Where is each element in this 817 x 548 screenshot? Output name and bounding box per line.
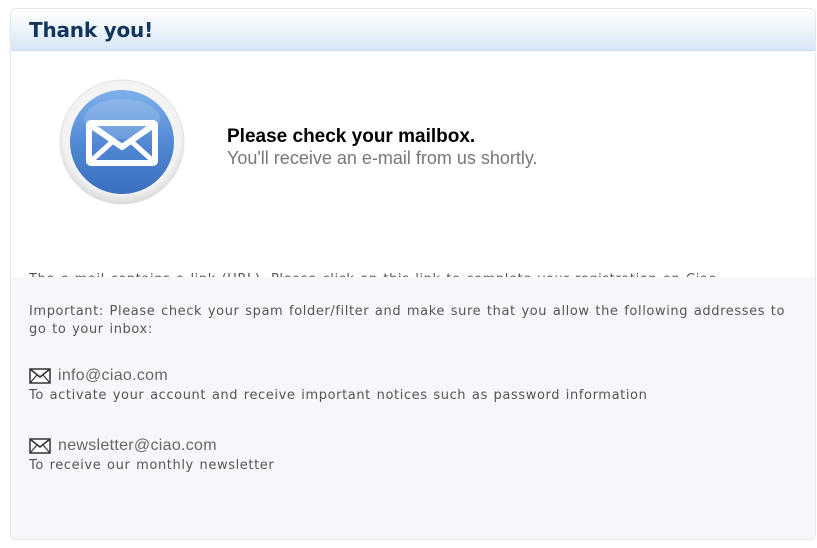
address-description: To activate your account and receive imp… — [29, 388, 648, 403]
header-title: Thank you! — [29, 18, 154, 42]
address-email: info@ciao.com — [58, 367, 168, 384]
mail-icon — [29, 368, 51, 384]
address-email: newsletter@ciao.com — [58, 437, 217, 454]
address-item-info: info@ciao.com To activate your account a… — [29, 365, 799, 405]
important-text: Important: Please check your spam folder… — [29, 304, 786, 337]
confirmation-subtitle: You'll receive an e-mail from us shortly… — [227, 148, 538, 168]
address-item-newsletter: newsletter@ciao.com To receive our month… — [29, 435, 799, 475]
address-description: To receive our monthly newsletter — [29, 458, 275, 473]
important-section: Important: Please check your spam folder… — [11, 277, 815, 539]
envelope-icon — [59, 79, 185, 205]
panel-header: Thank you! — [11, 9, 815, 51]
mail-icon — [29, 438, 51, 454]
confirmation-title: Please check your mailbox. — [227, 126, 476, 147]
thank-you-panel: Thank you! Please check your mailbox. Yo… — [10, 8, 816, 540]
confirmation-section: Please check your mailbox. You'll receiv… — [11, 51, 815, 229]
